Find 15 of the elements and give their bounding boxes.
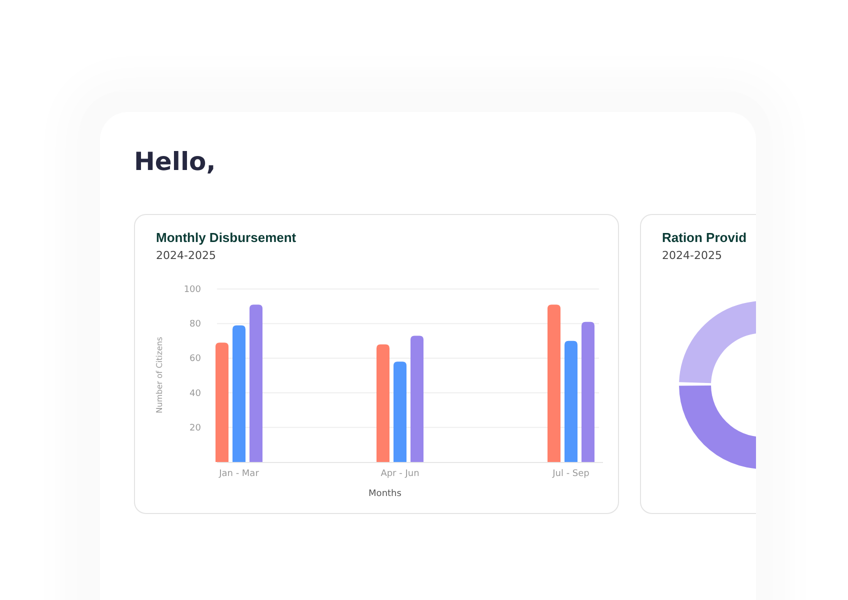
- y-tick-label: 60: [190, 354, 201, 364]
- y-tick-label: 100: [184, 285, 201, 295]
- x-tick-label: Jan - Mar: [219, 469, 259, 479]
- y-tick-label: 20: [190, 423, 201, 434]
- y-axis-title: Number of Citizens: [155, 336, 164, 414]
- card-subtitle: 2024-2025: [661, 248, 723, 264]
- greeting: Hello,: [134, 146, 217, 178]
- x-axis-title: Months: [368, 489, 402, 499]
- card-title: Monthly Disbursement: [155, 229, 298, 247]
- x-tick-label: Apr - Jun: [380, 469, 420, 479]
- card-subtitle: 2024-2025: [155, 248, 217, 264]
- x-tick-label: Jul - Sep: [552, 469, 590, 479]
- y-tick-label: 40: [190, 388, 201, 399]
- card-title: Ration Provid: [661, 229, 748, 247]
- y-tick-label: 80: [190, 320, 201, 330]
